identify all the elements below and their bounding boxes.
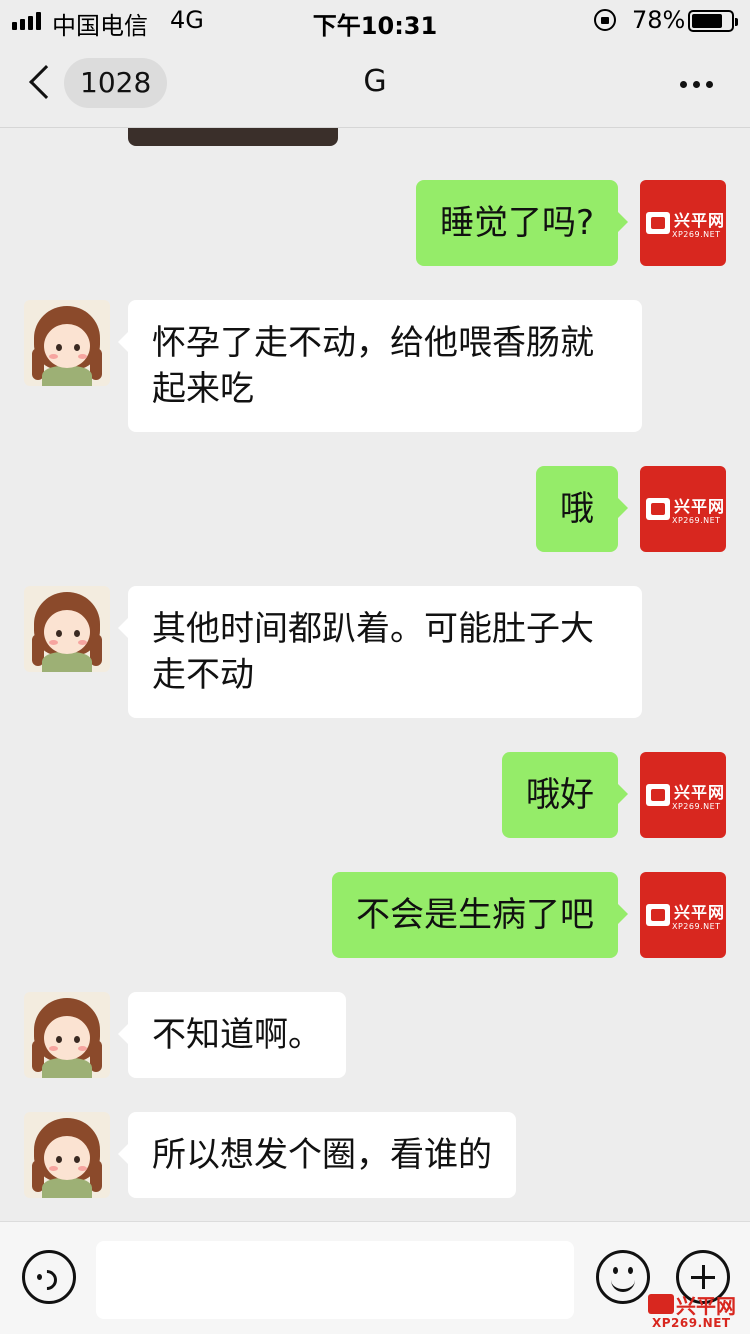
battery-level-fill [692, 14, 722, 28]
more-dot [692, 80, 700, 88]
message-list[interactable]: 兴平网 XP269.NET 睡觉了吗? 怀孕了走不动，给他喂香肠就起来吃 兴平网 XP26… [0, 128, 750, 1221]
more-dot [705, 80, 713, 88]
logo-icon [646, 904, 670, 926]
avatar-illustration-part [42, 1058, 92, 1078]
previous-image-message[interactable] [128, 128, 338, 146]
more-dots-icon [679, 80, 687, 88]
avatar-illustration-part [78, 1046, 87, 1051]
avatar-illustration-part [44, 1016, 90, 1060]
contact-avatar[interactable] [24, 300, 110, 386]
avatar-illustration-part [78, 640, 87, 645]
watermark-title: 兴平网 [676, 1294, 736, 1318]
more-button[interactable] [666, 66, 726, 102]
avatar-illustration-part [74, 1036, 80, 1043]
message-bubble[interactable]: 哦 [536, 466, 628, 552]
avatar-logo-title: 兴平网 [674, 903, 726, 922]
avatar-illustration-part [56, 1036, 62, 1043]
avatar-illustration-part [56, 344, 62, 351]
outgoing-message: 兴平网 XP269.NET 睡觉了吗? [415, 180, 726, 266]
my-avatar[interactable]: 兴平网 XP269.NET [640, 752, 726, 838]
avatar-illustration-part [56, 1156, 62, 1163]
watermark-subtitle: XP269.NET [652, 1316, 731, 1330]
avatar-logo-title: 兴平网 [674, 497, 726, 516]
logo-icon [646, 784, 670, 806]
avatar-illustration-part [78, 354, 87, 359]
avatar-logo-subtitle: XP269.NET [672, 922, 721, 931]
message-bubble[interactable]: 哦好 [502, 752, 628, 838]
incoming-message: 不知道啊。 [24, 992, 346, 1078]
battery-percent: 78% [632, 6, 686, 34]
incoming-message: 所以想发个圈，看谁的 [24, 1112, 516, 1198]
message-bubble[interactable]: 睡觉了吗? [415, 180, 629, 266]
incoming-message: 怀孕了走不动，给他喂香肠就起来吃 [24, 300, 642, 432]
outgoing-message: 兴平网 XP269.NET 哦 [536, 466, 726, 552]
outgoing-message: 兴平网 XP269.NET 不会是生病了吧 [332, 872, 726, 958]
message-bubble[interactable]: 不会是生病了吧 [332, 872, 628, 958]
chat-title: G [363, 64, 387, 99]
avatar-illustration-part [74, 1156, 80, 1163]
avatar-illustration-part [49, 1166, 58, 1171]
my-avatar[interactable]: 兴平网 XP269.NET [640, 180, 726, 266]
voice-input-button[interactable] [22, 1250, 76, 1304]
avatar-illustration-part [42, 652, 92, 672]
contact-avatar[interactable] [24, 1112, 110, 1198]
my-avatar[interactable]: 兴平网 XP269.NET [640, 466, 726, 552]
avatar-illustration-part [44, 1136, 90, 1180]
avatar-illustration-part [49, 640, 58, 645]
message-bubble[interactable]: 其他时间都趴着。可能肚子大走不动 [118, 586, 642, 718]
battery-icon [688, 10, 738, 32]
my-avatar[interactable]: 兴平网 XP269.NET [640, 872, 726, 958]
status-bar: 中国电信 4G 下午10:31 78% [0, 0, 750, 42]
logo-icon [646, 498, 670, 520]
emoji-button[interactable] [596, 1250, 650, 1304]
watermark-logo-icon [648, 1294, 674, 1314]
avatar-illustration-part [49, 354, 58, 359]
avatar-illustration-part [74, 344, 80, 351]
message-bubble[interactable]: 怀孕了走不动，给他喂香肠就起来吃 [118, 300, 642, 432]
avatar-logo-subtitle: XP269.NET [672, 516, 721, 525]
avatar-illustration-part [44, 324, 90, 368]
chat-header: 1028 G [0, 42, 750, 128]
message-bubble[interactable]: 不知道啊。 [118, 992, 346, 1078]
avatar-illustration-part [44, 610, 90, 654]
input-bar [0, 1221, 750, 1334]
avatar-illustration-part [42, 366, 92, 386]
site-watermark: 兴平网 XP269.NET [648, 1290, 748, 1332]
avatar-logo-title: 兴平网 [674, 211, 726, 230]
incoming-message: 其他时间都趴着。可能肚子大走不动 [24, 586, 642, 718]
rotation-lock-icon [594, 9, 616, 31]
avatar-logo-title: 兴平网 [674, 783, 726, 802]
avatar-logo-subtitle: XP269.NET [672, 230, 721, 239]
avatar-illustration-part [74, 630, 80, 637]
avatar-illustration-part [42, 1178, 92, 1198]
avatar-illustration-part [49, 1046, 58, 1051]
message-bubble[interactable]: 所以想发个圈，看谁的 [118, 1112, 516, 1198]
contact-avatar[interactable] [24, 586, 110, 672]
avatar-illustration-part [78, 1166, 87, 1171]
avatar-logo-subtitle: XP269.NET [672, 802, 721, 811]
message-input[interactable] [96, 1241, 574, 1319]
contact-avatar[interactable] [24, 992, 110, 1078]
logo-icon [646, 212, 670, 234]
outgoing-message: 兴平网 XP269.NET 哦好 [502, 752, 726, 838]
avatar-illustration-part [56, 630, 62, 637]
